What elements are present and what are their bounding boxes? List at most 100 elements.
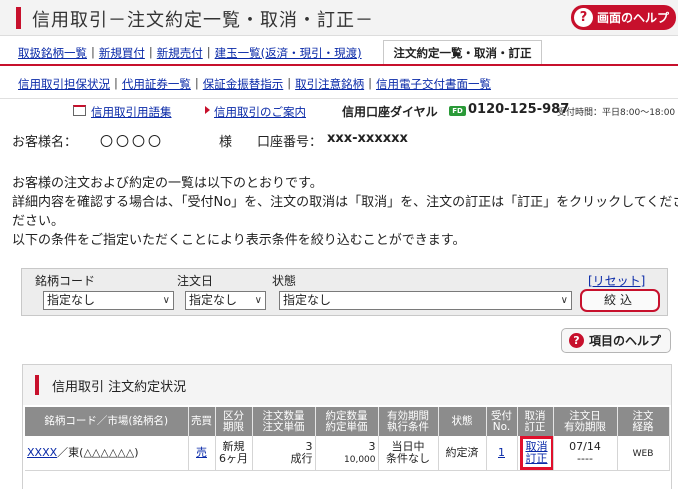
freedial-icon: FD [449,106,466,116]
cancel-correct-cell: 取消 訂正 [517,436,554,471]
order-status-panel: 信用取引 注文約定状況 銘柄コード／市場(銘柄名) 売買 区分 期限 注文数量 注文… [22,364,672,489]
column-header: 注文 経路 [617,407,670,436]
reset-link[interactable]: [リセット] [588,272,645,289]
nav-item-positions[interactable]: 建玉一覧(返済・現引・現渡) [215,45,362,61]
status-value: 指定なし [283,293,332,307]
main-nav: 取扱銘柄一覧 | 新規買付 | 新規売付 | 建玉一覧(返済・現引・現渡) 注文… [0,40,678,66]
screen-help-label: 画面のヘルプ [597,11,670,25]
page-header: 信用取引－注文約定一覧・取消・訂正－ ? 画面のヘルプ [0,0,678,36]
subnav-item-margin-transfer[interactable]: 保証金振替指示 [203,76,284,92]
stock-cell: XXXX／東(△△△△△△) [25,436,189,471]
column-header: 受付 No. [486,407,518,436]
order-qty-cell: 3 成行 [252,436,316,471]
item-help-button[interactable]: ? 項目のヘルプ [561,328,671,353]
account-number: xxx-xxxxxx [327,131,408,146]
order-price: 成行 [290,452,313,465]
nav-separator: | [148,45,153,59]
arrow-right-icon [205,106,210,114]
kigen-value: 6ヶ月 [219,452,248,465]
column-header: 銘柄コード／市場(銘柄名) [25,407,189,436]
account-label: 口座番号： [257,135,323,150]
status-cell: 約定済 [438,436,487,471]
order-date-label: 注文日 [177,274,214,288]
route-value: WEB [632,448,654,459]
column-header: 約定数量 約定単価 [315,407,379,436]
order-date-select[interactable]: 指定なし ∨ [185,291,266,310]
item-help-label: 項目のヘルプ [589,334,662,348]
glossary-link[interactable]: 信用取引用語集 [91,104,172,120]
section-divider [0,98,678,99]
nav-separator: | [206,45,211,59]
customer-suffix: 様 [219,135,233,150]
market-name: ／東(△△△△△△) [57,446,139,459]
guide-link[interactable]: 信用取引のご案内 [214,104,306,120]
exec-price: 10,000 [344,454,376,465]
validity-cell: 当日中 条件なし [378,436,439,471]
status-select[interactable]: 指定なし ∨ [279,291,572,310]
status-value: 約定済 [445,446,479,459]
exec-qty: 3 [368,439,376,453]
receipt-cell: 1 [486,436,518,471]
nav-separator: | [91,45,95,59]
title-accent-bar [16,7,21,29]
subnav-item-caution-stocks[interactable]: 取引注意銘柄 [295,76,364,92]
nav-separator: | [368,76,372,90]
nav-item-new-sell[interactable]: 新規売付 [157,45,203,61]
description-line: ださい。 [12,214,65,229]
column-header: 有効期間 執行条件 [378,407,439,436]
info-row: 信用取引用語集 信用取引のご案内 信用口座ダイヤル FD 0120-125-98… [0,102,678,121]
nav-item-new-buy[interactable]: 新規買付 [99,45,145,61]
panel-header: 信用取引 注文約定状況 [23,365,671,405]
narrow-button[interactable]: 絞込 [580,289,660,312]
customer-name: 〇〇〇〇 [100,135,165,150]
exec-qty-cell: 3 10,000 [315,436,379,471]
stock-code-label: 銘柄コード [35,274,96,288]
customer-label: お客様名： [12,135,78,150]
page-title: 信用取引－注文約定一覧・取消・訂正－ [32,10,374,31]
side-link[interactable]: 売 [196,446,207,459]
condition-value: 条件なし [386,452,430,465]
document-icon [73,105,86,116]
kubun-cell: 新規 6ヶ月 [215,436,253,471]
panel-accent-bar [35,375,39,395]
stock-code-link[interactable]: XXXX [27,446,57,459]
sub-nav: 信用取引担保状況 | 代用証券一覧 | 保証金振替指示 | 取引注意銘柄 | 信… [18,76,491,92]
cancel-correct-highlight: 取消 訂正 [519,436,552,470]
subnav-item-e-documents[interactable]: 信用電子交付書面一覧 [376,76,491,92]
panel-title: 信用取引 注文約定状況 [52,380,187,395]
column-header: 取消 訂正 [517,407,554,436]
subnav-item-substitute-securities[interactable]: 代用証券一覧 [122,76,191,92]
route-cell: WEB [617,436,670,471]
description-line: 以下の条件をご指定いただくことにより表示条件を絞り込むことができます。 [12,233,466,248]
chevron-down-icon: ∨ [560,295,568,306]
stock-code-select[interactable]: 指定なし ∨ [43,291,174,310]
receipt-no-link[interactable]: 1 [498,446,505,459]
date-cell: 07/14 ---- [553,436,618,471]
nav-separator: | [194,76,199,90]
nav-separator: | [287,76,292,90]
description: お客様の注文および約定の一覧は以下のとおりです。 詳細内容を確認する場合は、「受… [12,174,678,250]
column-header: 注文数量 注文単価 [252,407,316,436]
side-cell: 売 [188,436,216,471]
orders-table: 銘柄コード／市場(銘柄名) 売買 区分 期限 注文数量 注文単価 約定数量 約定単価 … [25,407,670,471]
phone-number: 0120-125-987 [468,102,570,117]
column-header: 売買 [188,407,216,436]
table-header-row: 銘柄コード／市場(銘柄名) 売買 区分 期限 注文数量 注文単価 約定数量 約定単価 … [25,407,670,436]
table-row: XXXX／東(△△△△△△) 売 新規 6ヶ月 3 成行 3 10,000 当日… [25,436,670,471]
nav-item-stock-list[interactable]: 取扱銘柄一覧 [18,45,87,61]
nav-separator: | [114,76,118,90]
question-icon: ? [569,333,584,348]
screen-help-button[interactable]: ? 画面のヘルプ [571,5,676,30]
column-header: 区分 期限 [215,407,253,436]
customer-info: お客様名： 〇〇〇〇 様 口座番号： xxx-xxxxxx [12,131,432,151]
order-date-value: 指定なし [189,293,238,307]
column-header: 注文日 有効期限 [553,407,618,436]
subnav-item-collateral[interactable]: 信用取引担保状況 [18,76,110,92]
nav-item-orders-active[interactable]: 注文約定一覧・取消・訂正 [383,40,542,64]
filter-box: 銘柄コード 注文日 状態 [リセット] 指定なし ∨ 指定なし ∨ 指定なし ∨… [21,268,668,316]
question-icon: ? [574,8,593,27]
dial-label: 信用口座ダイヤル [342,105,438,119]
chevron-down-icon: ∨ [254,295,262,306]
column-header: 状態 [438,407,487,436]
correct-link[interactable]: 訂正 [526,452,548,465]
